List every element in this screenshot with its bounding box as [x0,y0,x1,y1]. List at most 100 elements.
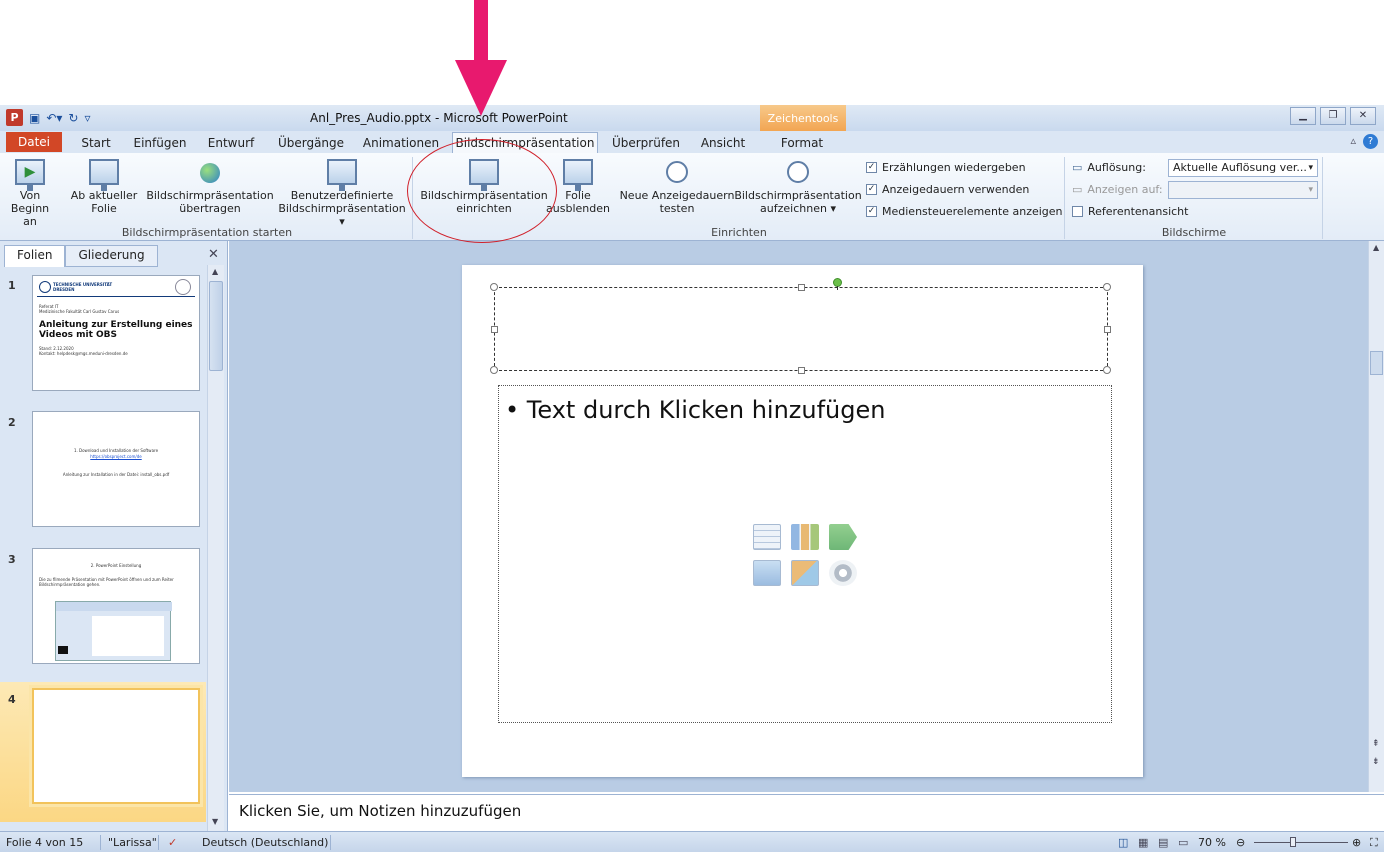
body-text: Text durch Klicken hinzufügen [526,396,886,424]
reading-view-icon[interactable]: ▤ [1158,836,1168,849]
broadcast-globe-icon [200,163,220,183]
main-vertical-scrollbar[interactable]: ▲ ⇞ ⇟ [1368,241,1384,792]
scroll-up-icon[interactable]: ▲ [212,267,218,276]
minimize-button[interactable]: ▁ [1290,107,1316,125]
tab-uebergaenge[interactable]: Übergänge [272,133,350,153]
annotation-arrow-icon [455,60,507,116]
theme-name[interactable]: "Larissa" [108,836,157,849]
slides-pane: Folien Gliederung ✕ 1 TECHNISCHE UNIVERS… [0,241,228,831]
language[interactable]: Deutsch (Deutschland) [202,836,328,849]
record-slideshow-button[interactable]: Bildschirmpräsentation aufzeichnen ▾ [734,159,862,215]
zoom-level[interactable]: 70 % [1198,836,1226,849]
zoom-in-icon[interactable]: ⊕ [1352,836,1361,849]
referentenansicht-label: Referentenansicht [1088,205,1189,218]
zoom-slider[interactable] [1254,837,1348,847]
redo-icon[interactable]: ↻ [68,111,78,125]
content-placeholder-text[interactable]: • Text durch Klicken hinzufügen [505,396,885,424]
tab-ueberpruefen[interactable]: Überprüfen [604,133,688,153]
chk-erzaehlungen[interactable]: ✓ Erzählungen wiedergeben [866,161,1026,174]
slide-thumbnail-3[interactable]: 2. PowerPoint Einstellung Die zu filmend… [32,548,200,664]
tab-datei[interactable]: Datei [6,132,62,152]
spellcheck-icon[interactable]: ✓ [168,836,177,849]
scroll-up-icon[interactable]: ▲ [1373,243,1379,252]
tab-ansicht[interactable]: Ansicht [694,133,752,153]
insert-clipart-icon[interactable] [791,560,819,586]
slides-pane-scrollbar[interactable]: ▲ ▼ [207,265,224,831]
broadcast-label-2: übertragen [179,202,241,215]
undo-icon[interactable]: ↶▾ [46,111,62,125]
tab-folien[interactable]: Folien [4,245,66,267]
tab-einfuegen[interactable]: Einfügen [126,133,194,153]
main-scroll-thumb[interactable] [1370,351,1383,375]
tab-animationen[interactable]: Animationen [356,133,446,153]
content-placeholder[interactable]: • Text durch Klicken hinzufügen [498,385,1112,723]
resize-handle[interactable] [1103,283,1111,291]
maximize-button[interactable]: ❐ [1320,107,1346,125]
tab-gliederung[interactable]: Gliederung [65,245,158,267]
title-bar: P ▣ ↶▾ ↻ ▿ Anl_Pres_Audio.pptx - Microso… [0,105,1384,131]
zoom-slider-thumb[interactable] [1290,837,1296,847]
aufloesung-select[interactable]: Aktuelle Auflösung ver... ▾ [1168,159,1318,177]
insert-table-icon[interactable] [753,524,781,550]
chevron-down-icon: ▾ [1308,185,1313,195]
chk-referentenansicht[interactable]: Referentenansicht [1072,205,1188,218]
resize-handle[interactable] [491,326,498,333]
chk-anzeigedauern[interactable]: ✓ Anzeigedauern verwenden [866,183,1029,196]
slide-thumbnail-1[interactable]: TECHNISCHE UNIVERSITÄT DRESDEN Referat I… [32,275,200,391]
tab-format[interactable]: Format [762,133,842,153]
resize-handle[interactable] [798,284,805,291]
slide-number: 3 [8,553,16,566]
custom-slideshow-icon [327,159,357,191]
resize-handle[interactable] [490,283,498,291]
scroll-down-icon[interactable]: ▼ [212,817,218,826]
slideshow-play-icon: ▶ [15,159,45,191]
hide-slide-icon [563,159,593,191]
fit-to-window-icon[interactable]: ⛶ [1370,836,1378,850]
resize-handle[interactable] [1103,366,1111,374]
title-placeholder[interactable] [490,278,1111,374]
next-slide-icon[interactable]: ⇟ [1372,757,1380,767]
notes-pane[interactable]: Klicken Sie, um Notizen hinzuzufügen [229,794,1384,828]
slide-thumbnail-2[interactable]: 1. Download und Installation der Softwar… [32,411,200,527]
slide-sorter-icon[interactable]: ▦ [1138,836,1148,849]
chk-medien[interactable]: ✓ Mediensteuerelemente anzeigen [866,205,1063,218]
close-button[interactable]: ✕ [1350,107,1376,125]
quick-access-toolbar: P ▣ ↶▾ ↻ ▿ [6,109,91,126]
minimize-ribbon-icon[interactable]: ▵ [1350,134,1356,147]
tab-start[interactable]: Start [72,133,120,153]
broadcast-slideshow-button[interactable]: Bildschirmpräsentation übertragen [146,159,274,215]
insert-media-icon[interactable] [829,560,857,586]
help-icon[interactable]: ? [1363,134,1378,149]
powerpoint-app-icon[interactable]: P [6,109,23,126]
previous-slide-icon[interactable]: ⇞ [1372,739,1380,749]
rehearse-label-2: testen [659,202,695,215]
slide-thumbnail-4[interactable] [32,688,200,804]
save-icon[interactable]: ▣ [29,111,40,125]
resize-handle[interactable] [490,366,498,374]
slide-canvas[interactable]: • Text durch Klicken hinzufügen [462,265,1143,777]
chk-medien-label: Mediensteuerelemente anzeigen [882,205,1063,218]
insert-chart-icon[interactable] [791,524,819,550]
from-beginning-button[interactable]: ▶ Von Beginn an [4,159,56,228]
thumb2-line2: Anleitung zur Installation in der Datei:… [62,472,170,477]
close-icon[interactable]: ✕ [208,247,219,262]
anzeigen-auf-label: Anzeigen auf: [1087,183,1163,196]
slideshow-view-icon[interactable]: ▭ [1178,836,1188,849]
rehearse-timings-button[interactable]: Neue Anzeigedauern testen [618,159,736,215]
from-current-slide-button[interactable]: Ab aktueller Folie [68,159,140,215]
anzeigen-auf-select[interactable]: ▾ [1168,181,1318,199]
zoom-out-icon[interactable]: ⊖ [1236,836,1245,849]
annotation-arrow-shaft [474,0,488,62]
slides-pane-scroll-thumb[interactable] [209,281,223,371]
resize-handle[interactable] [1104,326,1111,333]
customize-qat-icon[interactable]: ▿ [84,111,90,125]
logo-text: TECHNISCHE UNIVERSITÄT DRESDEN [53,282,113,292]
insert-smartart-icon[interactable] [829,524,857,550]
custom-slideshow-button[interactable]: Benutzerdefinierte Bildschirmpräsentatio… [274,159,410,228]
tab-entwurf[interactable]: Entwurf [198,133,264,153]
normal-view-icon[interactable]: ◫ [1118,836,1128,849]
insert-picture-icon[interactable] [753,560,781,586]
checkbox-unchecked-icon [1072,206,1083,217]
resize-handle[interactable] [798,367,805,374]
thumb2-line1: 1. Download und Installation der Softwar… [73,448,159,453]
